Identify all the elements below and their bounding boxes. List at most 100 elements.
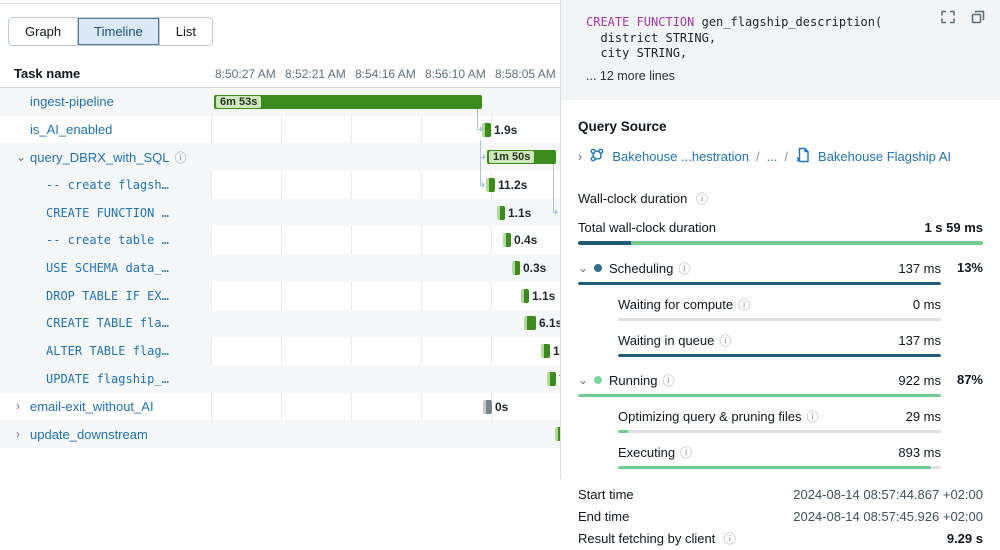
chevron-right-icon[interactable]: › (16, 429, 30, 439)
gantt-bar[interactable] (541, 344, 550, 358)
metric-label: Waiting in queue (618, 333, 714, 348)
gantt-bar[interactable] (503, 233, 511, 247)
task-row: ⌄ query_DBRX_with_SQL ⓘ (0, 143, 560, 171)
info-icon[interactable]: ⓘ (724, 532, 736, 546)
timing-footer: Start time 2024-08-14 08:57:44.867 +02:0… (578, 484, 983, 550)
metric-label: Running (609, 373, 657, 388)
info-icon[interactable]: ⓘ (680, 444, 692, 461)
task-row: ALTER TABLE flag… (0, 337, 560, 365)
tab-list[interactable]: List (160, 18, 212, 45)
gantt-bar[interactable] (521, 289, 529, 303)
breadcrumb-separator: / (784, 149, 788, 164)
metric-bar (618, 318, 941, 321)
metric-value: 137 ms (898, 333, 941, 348)
gantt-bar[interactable] (483, 400, 492, 414)
info-icon[interactable]: ⓘ (662, 372, 674, 389)
task-row: -- create table … (0, 226, 560, 254)
task-link[interactable]: UPDATE flagship_… (46, 372, 169, 386)
task-link[interactable]: ALTER TABLE flag… (46, 344, 169, 358)
task-link[interactable]: DROP TABLE IF EX… (46, 289, 169, 303)
metric-bar (578, 282, 941, 285)
time-tick: 8:50:27 AM (215, 67, 276, 81)
info-icon[interactable]: ⓘ (174, 149, 186, 166)
task-name-header: Task name (14, 66, 80, 81)
chevron-right-icon[interactable]: › (578, 149, 582, 164)
gantt-bar[interactable] (512, 261, 520, 275)
total-duration-bar (578, 241, 983, 245)
info-icon[interactable]: ⓘ (719, 332, 731, 349)
task-link[interactable]: query_DBRX_with_SQL (30, 150, 169, 165)
query-details-panel: CREATE FUNCTION gen_flagship_description… (560, 0, 1000, 479)
duration-label: 1.9s (494, 123, 517, 137)
gantt-bar[interactable] (547, 372, 556, 386)
result-fetching-value: 9.29 s (947, 528, 983, 550)
tab-timeline[interactable]: Timeline (78, 18, 160, 45)
task-link[interactable]: update_downstream (30, 427, 148, 442)
task-link[interactable]: CREATE FUNCTION … (46, 206, 169, 220)
chevron-right-icon[interactable]: › (16, 401, 30, 411)
task-link[interactable]: CREATE TABLE fla… (46, 316, 169, 330)
breadcrumb-separator: / (756, 149, 760, 164)
time-tick: 8:56:10 AM (425, 67, 486, 81)
breadcrumb-link[interactable]: ... (767, 149, 778, 164)
timeline-pane: Graph Timeline List Task name 8:50:27 AM… (0, 0, 560, 479)
task-link[interactable]: is_AI_enabled (30, 122, 112, 137)
gantt-bar[interactable] (524, 316, 536, 330)
task-link[interactable]: -- create flagsh… (46, 178, 169, 192)
chevron-down-icon[interactable]: ⌄ (578, 376, 594, 384)
task-link[interactable]: ingest-pipeline (30, 94, 114, 109)
metric-running: ⌄ Running ⓘ 922 ms 87% (578, 370, 983, 397)
task-row: › update_downstream (0, 420, 560, 448)
total-wall-clock-row: Total wall-clock duration 1 s 59 ms (578, 220, 983, 235)
breadcrumb-link[interactable]: Bakehouse ...hestration (612, 149, 749, 164)
breadcrumb-link[interactable]: Bakehouse Flagship AI (818, 149, 951, 164)
metric-waiting-compute: Waiting for compute ⓘ 0 ms (578, 294, 983, 321)
info-icon[interactable]: ⓘ (807, 408, 819, 425)
task-link[interactable]: USE SCHEMA data_… (46, 261, 169, 275)
total-label: Total wall-clock duration (578, 220, 716, 235)
view-switcher: Graph Timeline List (8, 17, 213, 46)
gantt-bar[interactable] (486, 178, 495, 192)
query-source-breadcrumb: › Bakehouse ...hestration / ... / Bakeho… (578, 147, 983, 166)
dependency-connector (480, 140, 481, 185)
chevron-down-icon[interactable]: ⌄ (16, 152, 30, 162)
metric-bar (618, 430, 941, 433)
gantt-bar[interactable]: 1m 50s (487, 150, 556, 164)
scheduling-dot (594, 264, 602, 272)
expand-icon[interactable] (940, 9, 956, 30)
copy-icon[interactable] (970, 9, 986, 30)
running-dot (594, 376, 602, 384)
chevron-down-icon[interactable]: ⌄ (578, 264, 594, 272)
code-line: city STRING, (586, 46, 984, 62)
divider (0, 3, 560, 4)
gantt-bar[interactable] (482, 123, 491, 137)
metric-label: Executing (618, 445, 675, 460)
task-link[interactable]: -- create table … (46, 233, 169, 247)
result-fetching-row: Result fetching by client ⓘ 9.29 s (578, 528, 983, 550)
metric-waiting-queue: Waiting in queue ⓘ 137 ms (578, 330, 983, 357)
info-icon[interactable]: ⓘ (696, 192, 708, 206)
query-code-preview: CREATE FUNCTION gen_flagship_description… (561, 0, 1000, 100)
info-icon[interactable]: ⓘ (738, 296, 750, 313)
info-icon[interactable]: ⓘ (678, 260, 690, 277)
end-time-row: End time 2024-08-14 08:57:45.926 +02:00 (578, 506, 983, 528)
tab-graph[interactable]: Graph (9, 18, 78, 45)
time-tick: 8:58:05 AM (495, 67, 556, 81)
metric-executing: Executing ⓘ 893 ms (578, 442, 983, 469)
end-time-label: End time (578, 506, 629, 528)
task-row: DROP TABLE IF EX… (0, 282, 560, 310)
task-row: is_AI_enabled (0, 116, 560, 144)
time-tick: 8:54:16 AM (355, 67, 416, 81)
metric-bar (578, 394, 941, 397)
task-row: USE SCHEMA data_… (0, 254, 560, 282)
scheduling-segment (578, 241, 631, 245)
duration-label: 1.4 (553, 344, 560, 358)
more-lines-label[interactable]: ... 12 more lines (586, 69, 984, 83)
start-time-value: 2024-08-14 08:57:44.867 +02:00 (793, 484, 983, 506)
task-row: CREATE FUNCTION … (0, 199, 560, 227)
task-link[interactable]: email-exit_without_AI (30, 399, 154, 414)
metric-value: 137 ms (898, 261, 941, 276)
gantt-bar[interactable] (497, 206, 505, 220)
gantt-bar[interactable]: 6m 53s (214, 95, 482, 109)
duration-label: 6.1s (539, 316, 560, 330)
